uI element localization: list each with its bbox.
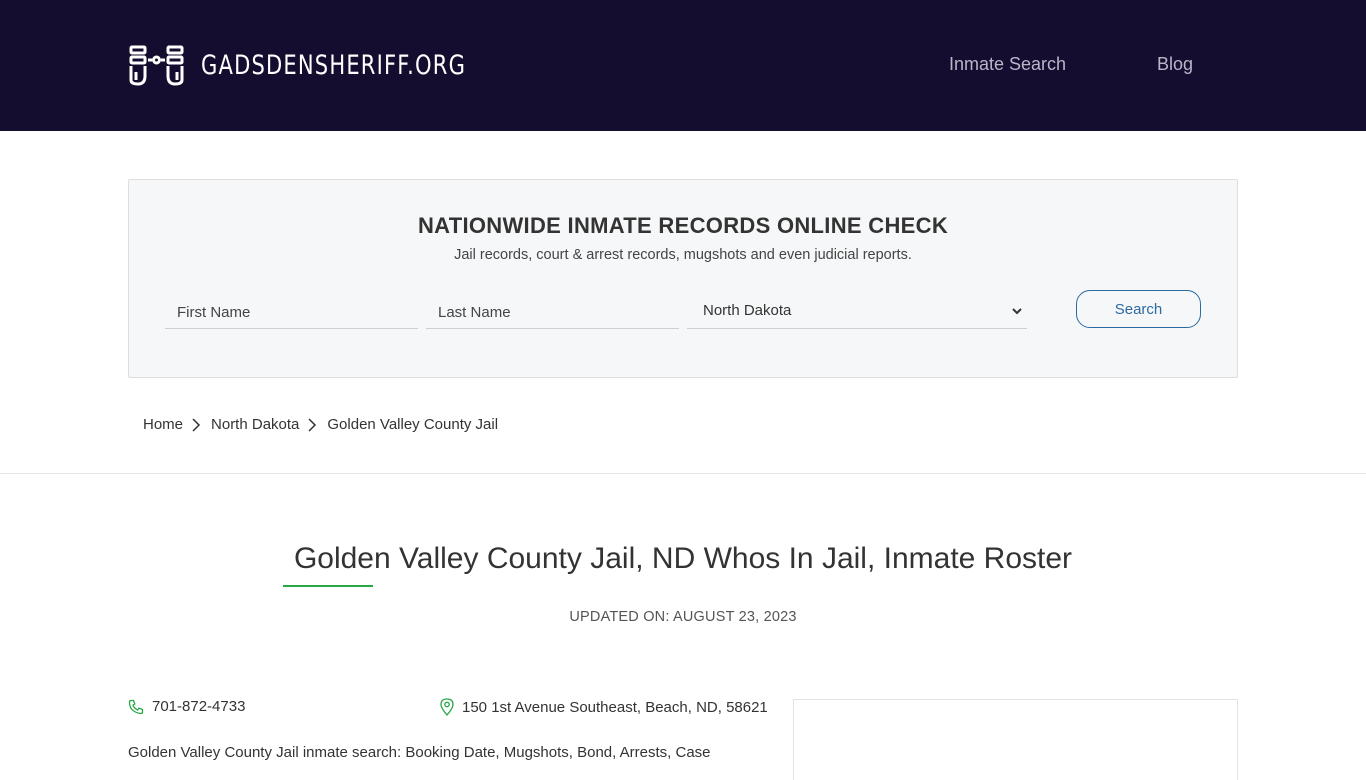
- chevron-down-icon: [1012, 308, 1022, 315]
- search-title: NATIONWIDE INMATE RECORDS ONLINE CHECK: [417, 213, 949, 238]
- jail-description: Golden Valley County Jail inmate search:…: [128, 744, 711, 761]
- phone-number: 701-872-4733: [152, 698, 246, 715]
- nav-blog[interactable]: Blog: [1157, 54, 1193, 75]
- title-underline: [283, 585, 373, 587]
- map-pin-icon: [440, 698, 454, 716]
- site-header: GADSDENSHERIFF.ORG Inmate Search Blog: [0, 0, 1366, 131]
- state-select[interactable]: North Dakota: [687, 296, 1027, 329]
- breadcrumb-current: Golden Valley County Jail: [327, 416, 499, 433]
- handcuffs-icon: [129, 45, 184, 86]
- inmate-search-panel: NATIONWIDE INMATE RECORDS ONLINE CHECK J…: [128, 179, 1238, 378]
- nav-inmate-search[interactable]: Inmate Search: [949, 54, 1066, 75]
- logo-text: GADSDENSHERIFF.ORG: [201, 49, 467, 81]
- section-divider: [0, 473, 1366, 474]
- updated-date: UPDATED ON: AUGUST 23, 2023: [569, 609, 797, 625]
- breadcrumb-state[interactable]: North Dakota: [211, 416, 299, 433]
- chevron-right-icon: [308, 417, 317, 432]
- address-text: 150 1st Avenue Southeast, Beach, ND, 586…: [462, 698, 768, 716]
- first-name-input[interactable]: [165, 297, 418, 329]
- site-logo[interactable]: GADSDENSHERIFF.ORG: [128, 44, 541, 86]
- last-name-input[interactable]: [426, 297, 679, 329]
- chevron-right-icon: [192, 417, 201, 432]
- contact-address[interactable]: 150 1st Avenue Southeast, Beach, ND, 586…: [440, 698, 768, 716]
- search-button[interactable]: Search: [1076, 290, 1201, 328]
- page-title: Golden Valley County Jail, ND Whos In Ja…: [293, 542, 1073, 575]
- state-select-value: North Dakota: [703, 302, 792, 319]
- search-subtitle: Jail records, court & arrest records, mu…: [454, 247, 912, 263]
- contact-phone[interactable]: 701-872-4733: [128, 698, 245, 715]
- phone-icon: [128, 699, 144, 714]
- breadcrumb-home[interactable]: Home: [143, 416, 183, 433]
- breadcrumb: Home North Dakota Golden Valley County J…: [143, 416, 498, 433]
